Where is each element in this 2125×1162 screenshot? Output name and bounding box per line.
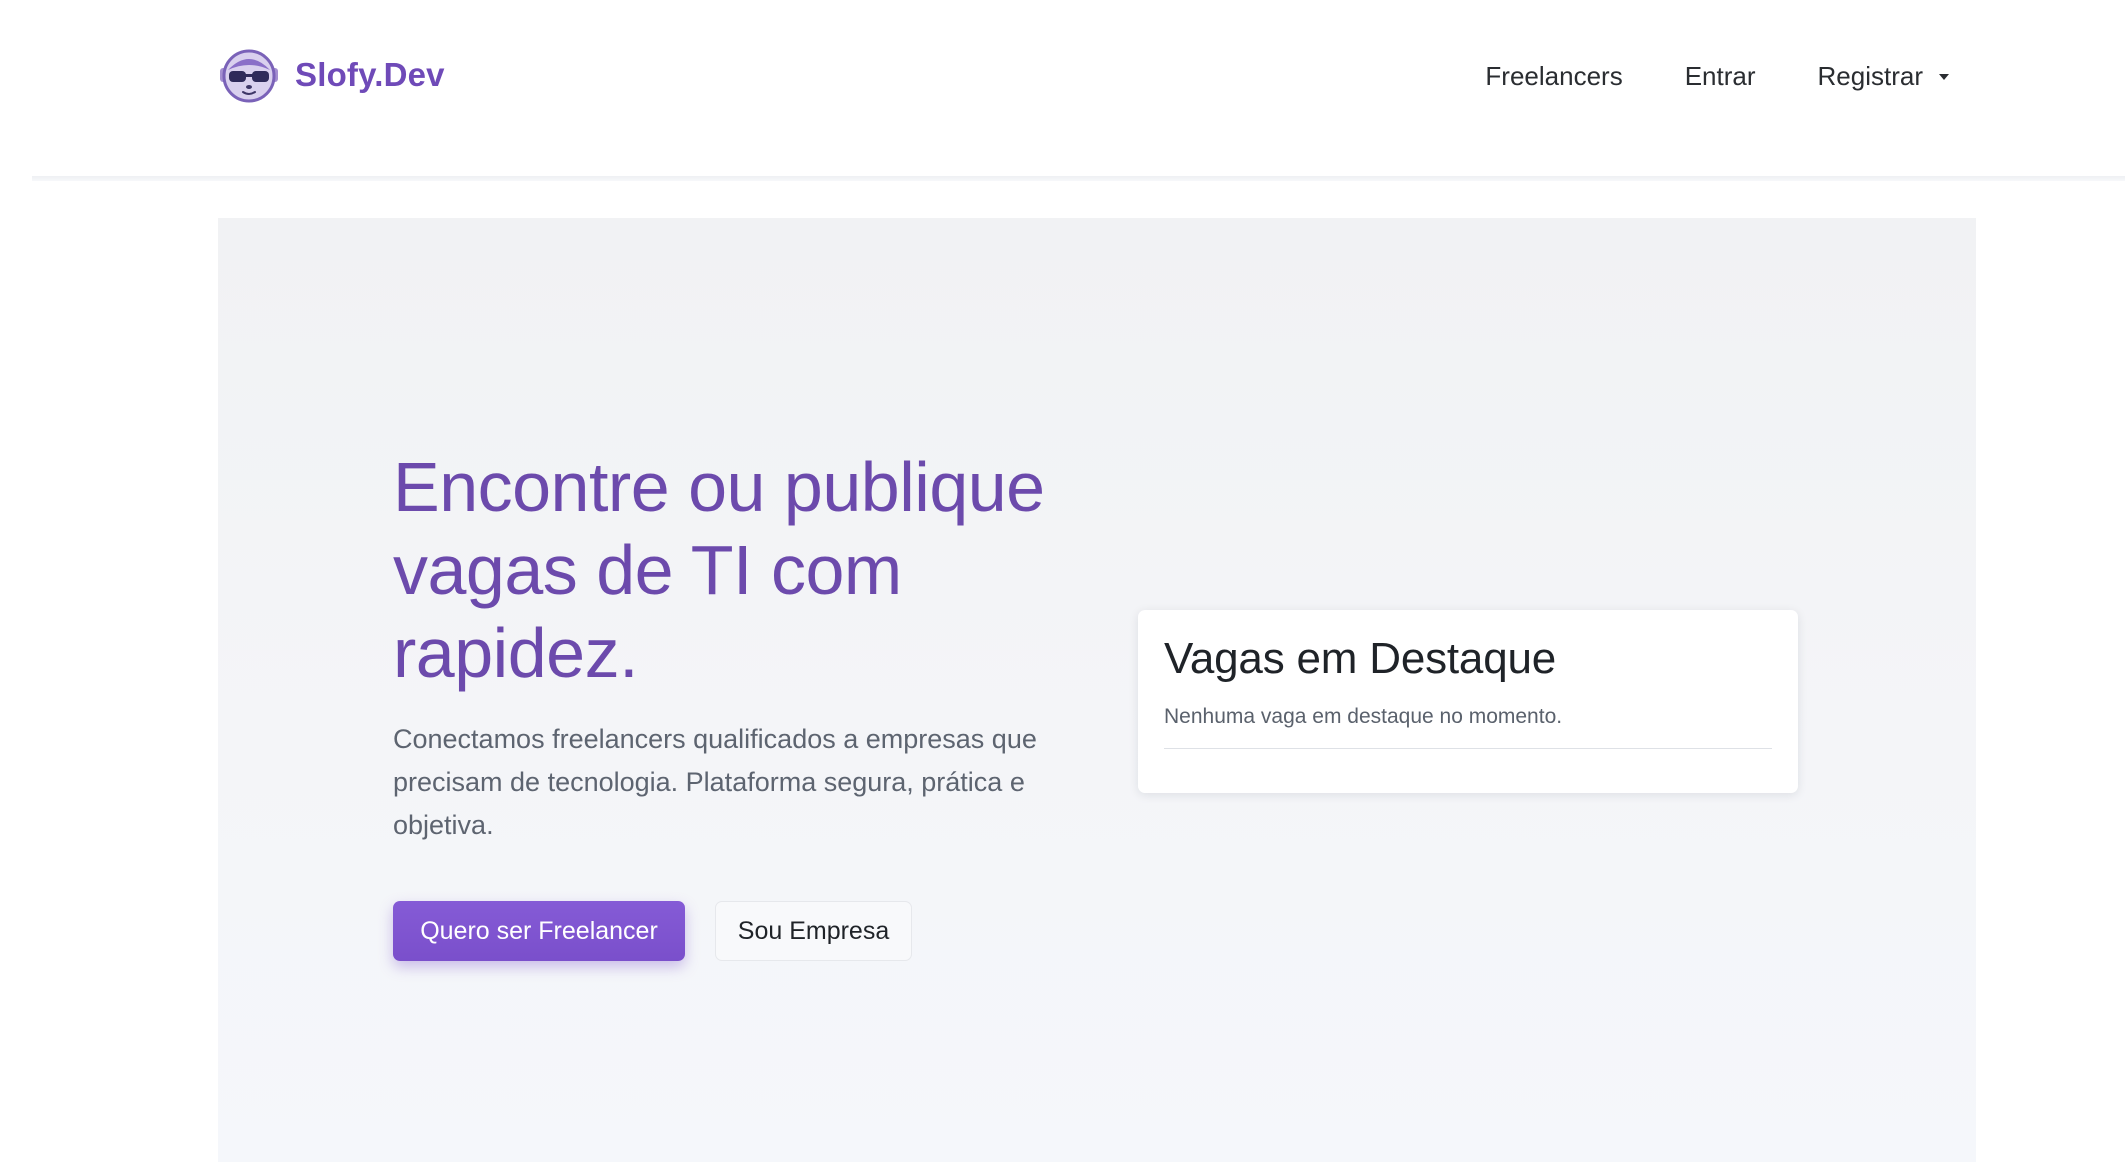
hero-title: Encontre ou publique vagas de TI com rap… [393,448,1045,692]
navbar: Slofy.Dev Freelancers Entrar Registrar [0,0,2125,176]
company-signup-button[interactable]: Sou Empresa [715,901,912,961]
freelancer-signup-button[interactable]: Quero ser Freelancer [393,901,685,961]
hero-description: Conectamos freelancers qualificados a em… [393,724,1037,840]
navbar-divider [32,176,2125,181]
card-divider [1164,748,1772,749]
hero-section: Encontre ou publique vagas de TI com rap… [218,218,1976,1162]
nav-link-freelancers[interactable]: Freelancers [1485,61,1622,92]
featured-jobs-empty-message: Nenhuma vaga em destaque no momento. [1164,705,1563,728]
brand-name: Slofy.Dev [295,56,445,93]
caret-down-icon [1939,74,1949,80]
nav-menu: Freelancers Entrar Registrar [1485,52,1949,100]
featured-jobs-title: Vagas em Destaque [1164,634,1557,683]
sloth-logo-icon [220,49,278,103]
brand-link[interactable]: Slofy.Dev [216,40,445,110]
nav-dropdown-registrar[interactable]: Registrar [1818,61,1949,92]
nav-link-entrar[interactable]: Entrar [1685,61,1756,92]
featured-jobs-card: Vagas em Destaque Nenhuma vaga em destaq… [1138,610,1798,793]
nav-link-registrar-label: Registrar [1817,60,1923,91]
